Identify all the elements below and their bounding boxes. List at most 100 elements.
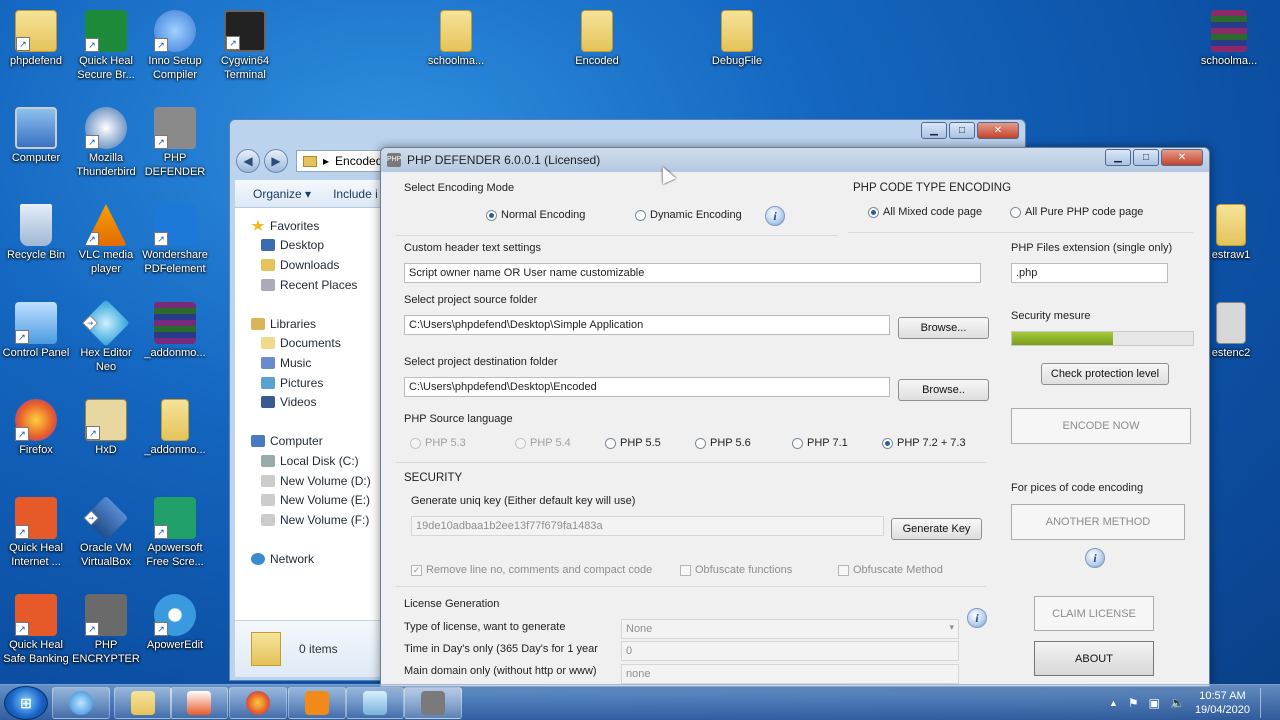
nav-music[interactable]: Music [235, 353, 385, 373]
check-protection-button[interactable]: Check protection level [1041, 363, 1169, 385]
nav-favorites[interactable]: Favorites [235, 216, 385, 236]
obfuscate-method-checkbox[interactable]: Obfuscate Method [838, 564, 943, 576]
organize-menu[interactable]: Organize ▾ [253, 187, 311, 201]
php-7-2-7-3-radio[interactable]: PHP 7.2 + 7.3 [882, 437, 966, 449]
desktop-icon-vlc[interactable]: VLC media player [70, 204, 142, 276]
maximize-button[interactable]: □ [949, 122, 975, 139]
show-hidden-icons-icon[interactable]: ▲ [1109, 698, 1118, 708]
desktop-icon-php-defender[interactable]: PHP DEFENDER [139, 107, 211, 179]
php-5-4-radio[interactable]: PHP 5.4 [515, 437, 571, 449]
back-button[interactable]: ◀ [236, 149, 260, 173]
desktop-icon-virtualbox[interactable]: Oracle VM VirtualBox [70, 495, 142, 569]
source-folder-input[interactable]: C:\Users\phpdefend\Desktop\Simple Applic… [404, 315, 890, 335]
taskbar-xampp[interactable] [288, 687, 346, 719]
desktop-icon-hex-editor[interactable]: Hex Editor Neo [70, 299, 142, 374]
show-desktop-button[interactable] [1260, 688, 1270, 718]
network-icon[interactable]: ▣ [1149, 696, 1160, 710]
info-icon[interactable]: i [967, 608, 987, 628]
volume-icon[interactable]: 🔈 [1170, 696, 1185, 710]
desktop-icon-apowersoft[interactable]: Apowersoft Free Scre... [139, 497, 211, 569]
taskbar-explorer[interactable] [114, 687, 172, 719]
desktop-icon-computer[interactable]: Computer [0, 107, 72, 165]
unique-key-input[interactable]: 19de10adbaa1b2ee13f77f679fa1483a [411, 516, 884, 536]
desktop-icon-debugfile-folder[interactable]: DebugFile [701, 10, 773, 68]
desktop-icon-apoweredit[interactable]: ApowerEdit [139, 594, 211, 652]
radio-label: All Mixed code page [883, 206, 983, 218]
obfuscate-functions-checkbox[interactable]: Obfuscate functions [680, 564, 792, 576]
php-5-5-radio[interactable]: PHP 5.5 [605, 437, 661, 449]
clock[interactable]: 10:57 AM 19/04/2020 [1195, 689, 1250, 717]
desktop-icon-cygwin[interactable]: Cygwin64 Terminal [209, 10, 281, 82]
browse-source-button[interactable]: Browse... [898, 317, 989, 339]
license-type-select[interactable]: None ▾ [621, 619, 959, 639]
normal-encoding-radio[interactable]: Normal Encoding [486, 209, 585, 221]
minimize-button[interactable]: ▁ [921, 122, 947, 139]
desktop-icon-pdfelement[interactable]: Wondershare PDFelement [139, 204, 211, 276]
desktop-icon-encoded-folder[interactable]: Encoded [561, 10, 633, 68]
desktop-icon-hxd[interactable]: HxD [70, 399, 142, 457]
desktop-icon-quickheal-banking[interactable]: Quick Heal Safe Banking [0, 594, 72, 666]
destination-folder-input[interactable]: C:\Users\phpdefend\Desktop\Encoded [404, 377, 890, 397]
php-extension-input[interactable]: .php [1011, 263, 1168, 283]
close-button[interactable]: ✕ [977, 122, 1019, 139]
nav-documents[interactable]: Documents [235, 334, 385, 354]
taskbar-internet-explorer[interactable] [52, 687, 110, 719]
claim-license-button[interactable]: CLAIM LICENSE [1034, 596, 1154, 631]
maximize-button[interactable]: □ [1133, 149, 1159, 166]
taskbar-media-player[interactable] [170, 687, 228, 719]
desktop-icon-thunderbird[interactable]: Mozilla Thunderbird [70, 107, 142, 179]
nav-volume-d[interactable]: New Volume (D:) [235, 471, 385, 491]
nav-disk-c[interactable]: Local Disk (C:) [235, 451, 385, 471]
php-5-6-radio[interactable]: PHP 5.6 [695, 437, 751, 449]
desktop-icon-phpdefend[interactable]: phpdefend [0, 10, 72, 68]
taskbar-php-defender[interactable] [404, 687, 462, 719]
info-icon[interactable]: i [1085, 548, 1105, 568]
desktop-icon-firefox[interactable]: Firefox [0, 399, 72, 457]
nav-downloads[interactable]: Downloads [235, 255, 385, 275]
desktop-icon-schoolma-folder[interactable]: schoolma... [420, 10, 492, 68]
nav-videos[interactable]: Videos [235, 392, 385, 412]
desktop-icon-quickheal-secure[interactable]: Quick Heal Secure Br... [70, 10, 142, 82]
php-7-1-radio[interactable]: PHP 7.1 [792, 437, 848, 449]
encode-now-button[interactable]: ENCODE NOW [1011, 408, 1191, 444]
another-method-button[interactable]: ANOTHER METHOD [1011, 504, 1185, 540]
nav-desktop[interactable]: Desktop [235, 236, 385, 256]
folder-icon [581, 10, 613, 52]
info-icon[interactable]: i [765, 206, 785, 226]
browse-destination-button[interactable]: Browse.. [898, 379, 989, 401]
license-days-input[interactable]: 0 [621, 641, 959, 661]
nav-pictures[interactable]: Pictures [235, 373, 385, 393]
desktop-icon-addonmo-rar[interactable]: _addonmo... [139, 302, 211, 360]
start-button[interactable]: ⊞ [4, 686, 48, 720]
nav-recent-places[interactable]: Recent Places [235, 275, 385, 295]
desktop-icon-quickheal-internet[interactable]: Quick Heal Internet ... [0, 497, 72, 569]
nav-volume-f[interactable]: New Volume (F:) [235, 510, 385, 530]
nav-computer[interactable]: Computer [235, 432, 385, 452]
nav-network[interactable]: Network [235, 549, 385, 569]
dynamic-encoding-radio[interactable]: Dynamic Encoding [635, 209, 742, 221]
flag-icon[interactable]: ⚑ [1128, 696, 1139, 710]
php-5-3-radio[interactable]: PHP 5.3 [410, 437, 466, 449]
desktop-icon-inno-setup[interactable]: Inno Setup Compiler [139, 10, 211, 82]
desktop-icon-schoolma-rar[interactable]: schoolma... [1193, 10, 1265, 68]
pure-php-code-page-radio[interactable]: All Pure PHP code page [1010, 206, 1143, 218]
php-defender-titlebar[interactable]: PHP PHP DEFENDER 6.0.0.1 (Licensed) [381, 148, 1209, 172]
nav-libraries[interactable]: Libraries [235, 314, 385, 334]
nav-volume-e[interactable]: New Volume (E:) [235, 490, 385, 510]
forward-button[interactable]: ▶ [264, 149, 288, 173]
desktop-icon-addonmo-folder[interactable]: _addonmo... [139, 399, 211, 457]
mixed-code-page-radio[interactable]: All Mixed code page [868, 206, 982, 218]
taskbar-notepad[interactable] [346, 687, 404, 719]
about-button[interactable]: ABOUT [1034, 641, 1154, 676]
custom-header-input[interactable]: Script owner name OR User name customiza… [404, 263, 981, 283]
remove-lines-checkbox[interactable]: ✓ Remove line no, comments and compact co… [411, 564, 652, 576]
minimize-button[interactable]: ▁ [1105, 149, 1131, 166]
desktop-icon-php-encrypter[interactable]: PHP ENCRYPTER [70, 594, 142, 666]
close-button[interactable]: ✕ [1161, 149, 1203, 166]
generate-key-button[interactable]: Generate Key [891, 518, 982, 540]
desktop-icon-recycle-bin[interactable]: Recycle Bin [0, 204, 72, 262]
taskbar-firefox[interactable] [229, 687, 287, 719]
include-in-library-menu[interactable]: Include i [333, 187, 378, 201]
license-domain-input[interactable]: none [621, 664, 959, 684]
desktop-icon-control-panel[interactable]: Control Panel [0, 302, 72, 360]
